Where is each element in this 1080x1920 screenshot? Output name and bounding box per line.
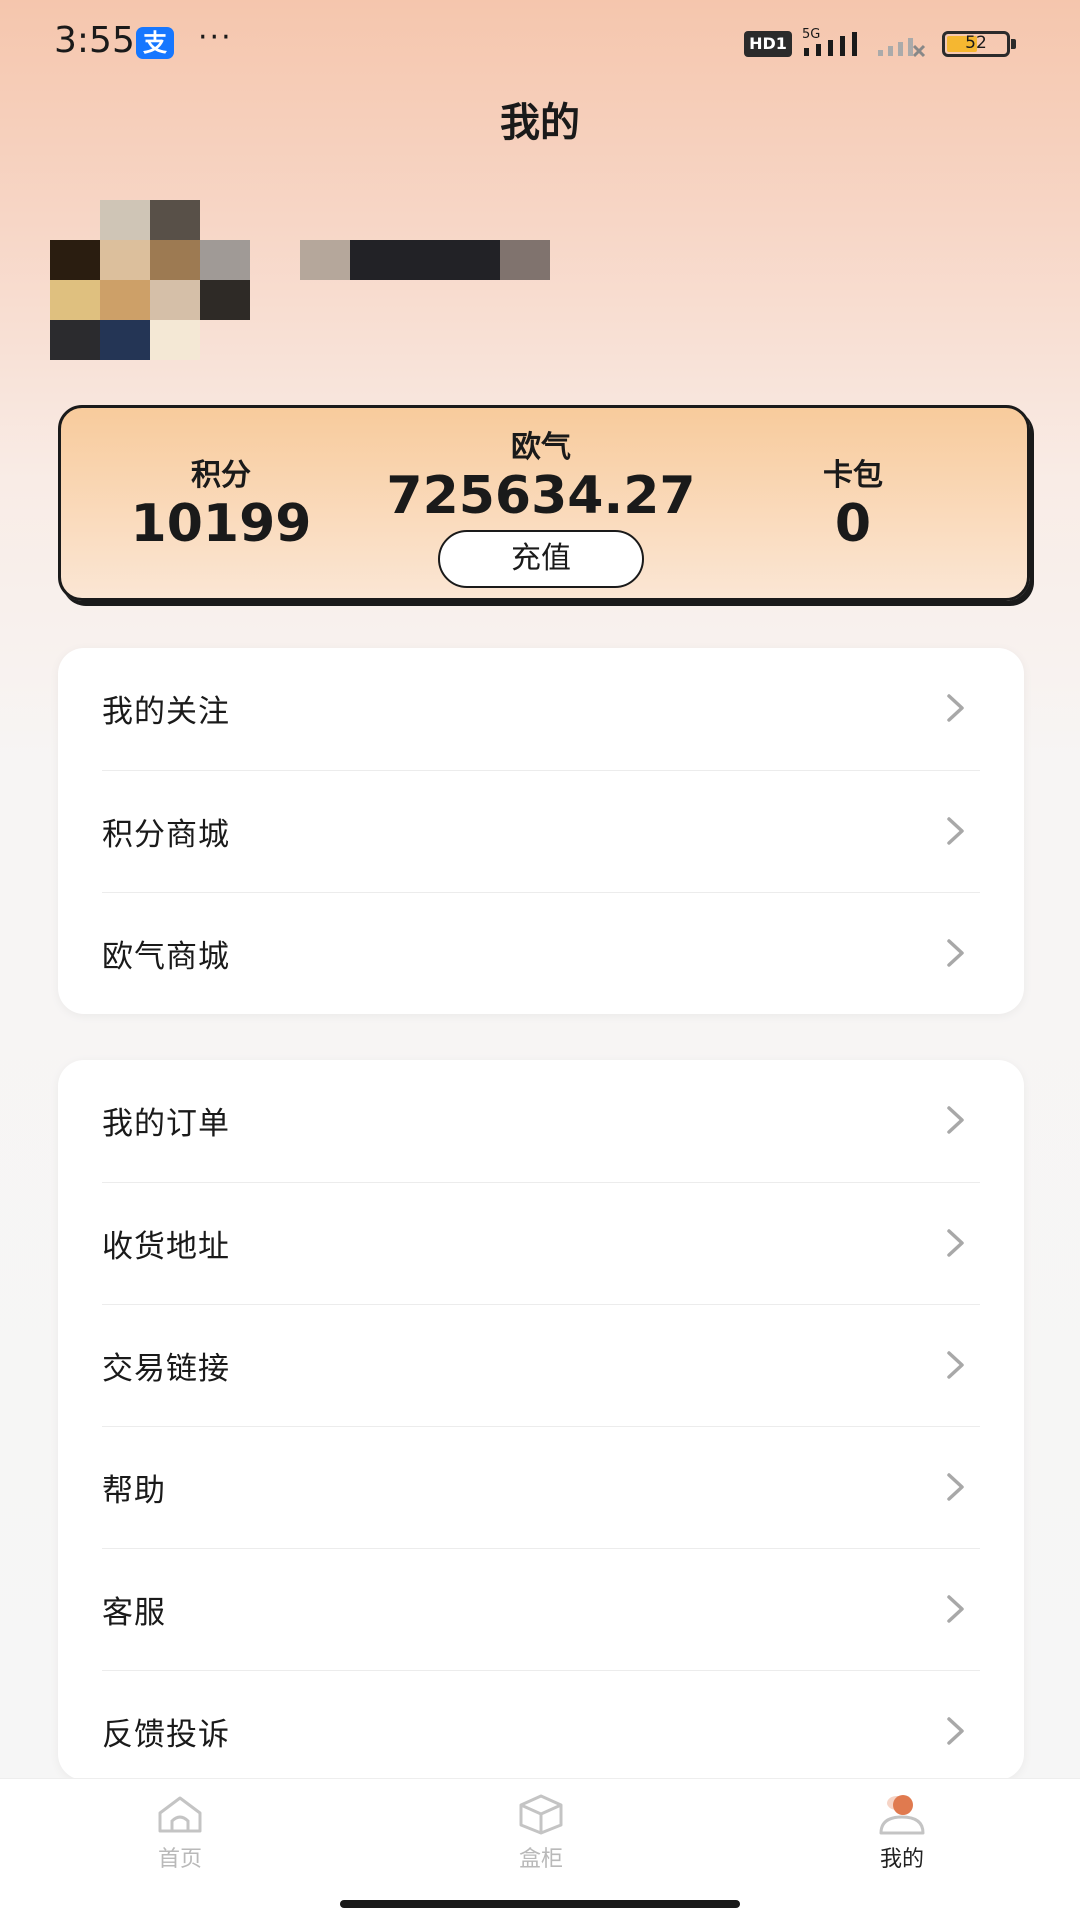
menu-item-label: 积分商城 (102, 817, 230, 853)
menu-group-primary: 我的关注 积分商城 欧气商城 (58, 648, 1024, 1014)
chevron-right-icon (947, 1106, 964, 1134)
menu-group-secondary: 我的订单 收货地址 交易链接 帮助 客服 反馈投诉 (58, 1060, 1024, 1780)
hd-badge: HD1 (744, 31, 792, 57)
alipay-icon: 支 (136, 27, 174, 59)
bottom-tab-bar: 首页 盒柜 我的 (0, 1778, 1080, 1920)
menu-item-label: 反馈投诉 (102, 1717, 230, 1753)
menu-item-label: 交易链接 (102, 1351, 230, 1387)
battery-level: 52 (965, 33, 987, 53)
luck-value: 725634.27 (386, 466, 696, 526)
cellular-signal-icon: 5G (802, 27, 857, 56)
battery-icon: 52 (942, 31, 1010, 57)
menu-item-label: 我的订单 (102, 1106, 230, 1142)
stats-card: 积分 10199 欧气 725634.27 充值 卡包 0 (58, 405, 1030, 601)
menu-item-luck-mall[interactable]: 欧气商城 (102, 892, 980, 1014)
tab-mine[interactable]: 我的 (822, 1793, 982, 1873)
home-icon (158, 1796, 202, 1833)
chevron-right-icon (947, 1595, 964, 1623)
chevron-right-icon (947, 1717, 964, 1745)
recharge-button[interactable]: 充值 (438, 530, 644, 588)
chevron-right-icon (947, 1473, 964, 1501)
menu-item-trade-link[interactable]: 交易链接 (102, 1304, 980, 1426)
status-bar: 3:55 支 ··· HD1 5G 52 (0, 0, 1080, 88)
menu-item-feedback[interactable]: 反馈投诉 (102, 1670, 980, 1792)
luck-label: 欧气 (511, 430, 571, 465)
home-indicator (340, 1900, 740, 1908)
tab-box-cabinet[interactable]: 盒柜 (461, 1793, 621, 1873)
cards-value: 0 (834, 494, 872, 554)
network-type: 5G (802, 27, 820, 42)
page-title: 我的 (500, 100, 580, 146)
tab-label: 盒柜 (518, 1847, 563, 1872)
menu-item-label: 帮助 (102, 1473, 166, 1509)
cards-stat[interactable]: 卡包 0 (783, 450, 923, 554)
points-value: 10199 (130, 494, 312, 554)
menu-item-label: 收货地址 (102, 1229, 230, 1265)
secondary-signal-icon (878, 38, 926, 58)
tab-home[interactable]: 首页 (100, 1793, 260, 1873)
menu-item-shipping-address[interactable]: 收货地址 (102, 1182, 980, 1304)
box-icon (519, 1794, 563, 1835)
tab-label: 首页 (157, 1847, 202, 1872)
menu-item-my-orders[interactable]: 我的订单 (102, 1060, 980, 1182)
avatar[interactable] (50, 200, 250, 360)
chevron-right-icon (947, 1351, 964, 1379)
cards-label: 卡包 (823, 458, 883, 493)
menu-item-label: 我的关注 (102, 694, 230, 730)
menu-item-label: 客服 (102, 1595, 166, 1631)
username (300, 240, 550, 280)
chevron-right-icon (947, 1229, 964, 1257)
tab-label: 我的 (879, 1847, 924, 1872)
chevron-right-icon (947, 817, 964, 845)
user-icon (879, 1795, 925, 1835)
menu-item-label: 欧气商城 (102, 939, 230, 975)
menu-item-points-mall[interactable]: 积分商城 (102, 770, 980, 892)
chevron-right-icon (947, 694, 964, 722)
menu-item-my-follows[interactable]: 我的关注 (102, 648, 980, 770)
luck-stat: 欧气 725634.27 充值 (361, 422, 721, 588)
chevron-right-icon (947, 939, 964, 967)
menu-item-help[interactable]: 帮助 (102, 1426, 980, 1548)
points-label: 积分 (191, 458, 251, 493)
status-time: 3:55 (54, 20, 135, 61)
menu-item-customer-service[interactable]: 客服 (102, 1548, 980, 1670)
more-dots-icon: ··· (198, 20, 233, 55)
points-stat[interactable]: 积分 10199 (121, 450, 321, 554)
